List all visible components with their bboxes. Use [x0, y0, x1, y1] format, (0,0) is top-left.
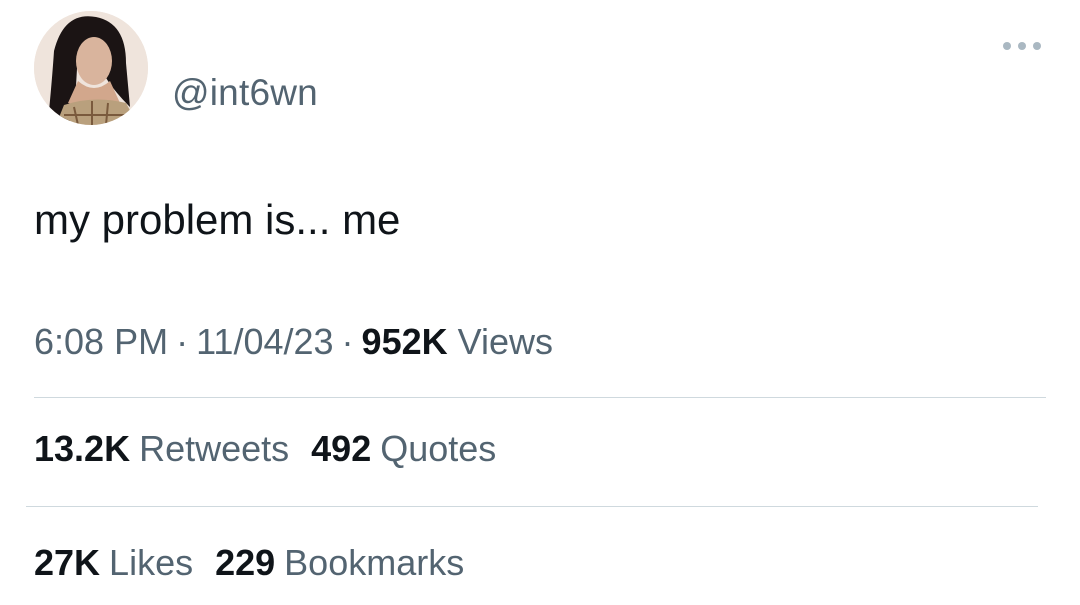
tweet-card: @int6wn my problem is... me 6:08 PM · 11/0… [0, 0, 1080, 605]
tweet-meta: 6:08 PM · 11/04/23 · 952K Views [34, 320, 553, 364]
tweet-text: my problem is... me [34, 196, 401, 243]
engagement-row: 13.2K Retweets 492 Quotes [34, 427, 518, 471]
user-handle[interactable]: @int6wn [172, 71, 318, 115]
retweets-count: 13.2K [34, 428, 131, 469]
divider [34, 397, 1046, 398]
bookmarks-link[interactable]: 229 Bookmarks [215, 541, 464, 585]
retweets-link[interactable]: 13.2K Retweets [34, 427, 289, 471]
engagement-row: 27K Likes 229 Bookmarks [34, 541, 486, 585]
more-dots-icon [1003, 42, 1041, 50]
likes-label: Likes [109, 542, 194, 583]
avatar[interactable] [34, 11, 148, 125]
more-options-button[interactable] [998, 30, 1046, 62]
views-count: 952K [361, 321, 448, 362]
quotes-label: Quotes [380, 428, 497, 469]
meta-separator: · [341, 321, 354, 362]
bookmarks-label: Bookmarks [284, 542, 465, 583]
retweets-label: Retweets [139, 428, 290, 469]
divider [26, 506, 1038, 507]
quotes-count: 492 [311, 428, 372, 469]
likes-count: 27K [34, 542, 101, 583]
tweet-date[interactable]: 11/04/23 [196, 321, 333, 362]
meta-separator: · [176, 321, 189, 362]
likes-link[interactable]: 27K Likes [34, 541, 193, 585]
views-label: Views [457, 321, 554, 362]
avatar-photo [34, 11, 148, 125]
tweet-time[interactable]: 6:08 PM [34, 321, 168, 362]
quotes-link[interactable]: 492 Quotes [311, 427, 496, 471]
bookmarks-count: 229 [215, 542, 276, 583]
